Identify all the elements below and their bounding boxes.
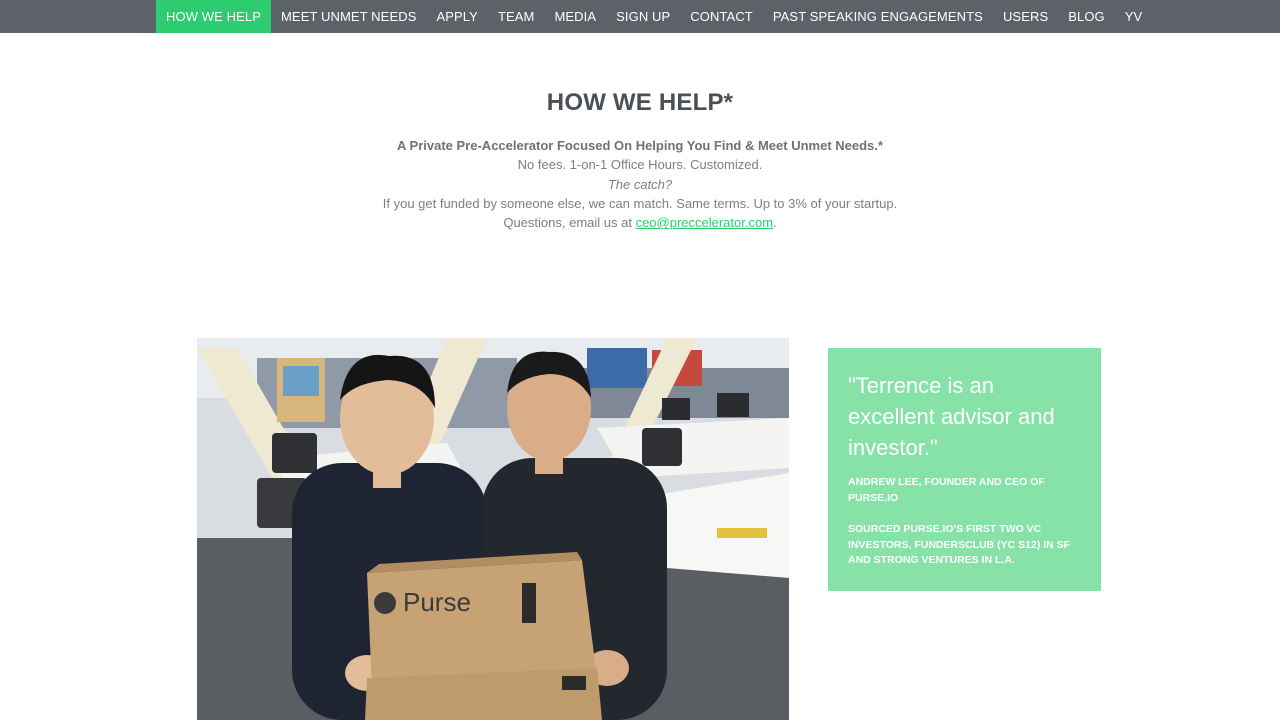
box-brand-label: Purse [403, 587, 471, 617]
nav-item-past-speaking-engagements[interactable]: PAST SPEAKING ENGAGEMENTS [763, 0, 993, 33]
nav-item-contact[interactable]: CONTACT [680, 0, 763, 33]
contact-suffix: . [773, 215, 777, 231]
page-title: HOW WE HELP* [546, 89, 734, 116]
contact-email-link[interactable]: ceo@preccelerator.com [636, 215, 773, 230]
founders-photo: Purse [197, 338, 789, 720]
contact-prefix: Questions, email us at [503, 215, 636, 231]
nav-item-sign-up[interactable]: SIGN UP [606, 0, 680, 33]
top-navigation: HOW WE HELP MEET UNMET NEEDS APPLY TEAM … [0, 0, 1280, 33]
nav-menu: HOW WE HELP MEET UNMET NEEDS APPLY TEAM … [156, 0, 1152, 33]
founders-photo-illustration: Purse [197, 338, 789, 720]
nav-item-media[interactable]: MEDIA [544, 0, 606, 33]
intro-line-contact: Questions, email us at ceo@preccelerator… [0, 213, 1280, 232]
intro-line-catch: The catch? [607, 176, 673, 192]
intro-block: A Private Pre-Accelerator Focused On Hel… [0, 136, 1280, 232]
nav-item-yv[interactable]: YV [1115, 0, 1153, 33]
intro-line-terms: If you get funded by someone else, we ca… [382, 195, 898, 211]
testimonial-note: SOURCED PURSE.IO'S FIRST TWO VC INVESTOR… [848, 523, 1071, 566]
intro-line-fees: No fees. 1-on-1 Office Hours. Customized… [517, 157, 763, 173]
nav-item-meet-unmet-needs[interactable]: MEET UNMET NEEDS [271, 0, 426, 33]
nav-item-users[interactable]: USERS [993, 0, 1058, 33]
tagline: A Private Pre-Accelerator Focused On Hel… [397, 138, 883, 153]
testimonial-quote: "Terrence is an excellent advisor and in… [848, 373, 1055, 460]
testimonial-attribution: ANDREW LEE, FOUNDER AND CEO OF PURSE.IO [848, 476, 1045, 504]
nav-item-team[interactable]: TEAM [488, 0, 545, 33]
nav-item-apply[interactable]: APPLY [426, 0, 487, 33]
testimonial-card: "Terrence is an excellent advisor and in… [828, 348, 1101, 591]
nav-item-blog[interactable]: BLOG [1058, 0, 1115, 33]
nav-item-how-we-help[interactable]: HOW WE HELP [156, 0, 271, 33]
